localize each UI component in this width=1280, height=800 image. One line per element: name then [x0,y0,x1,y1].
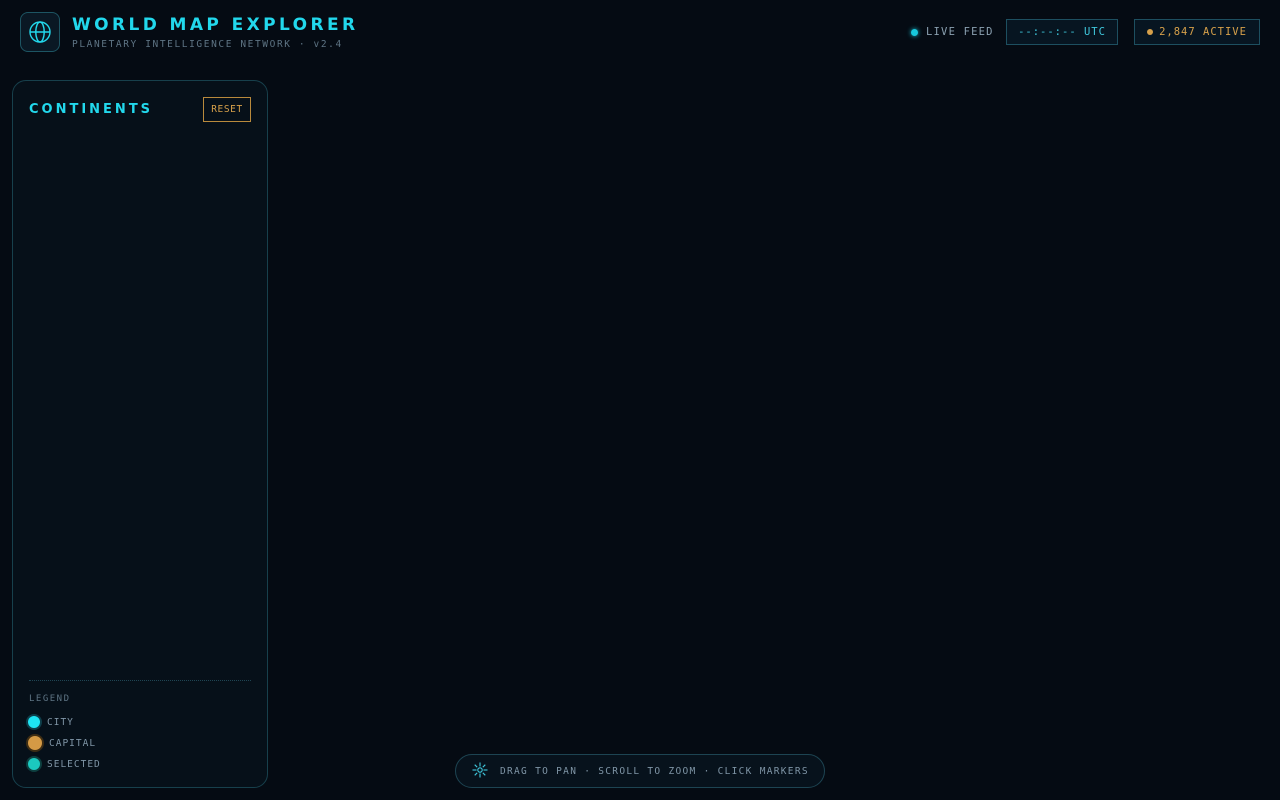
legend-item-capital: CAPITAL [28,736,96,750]
legend-label-city: CITY [47,716,74,728]
continents-title: CONTINENTS [29,102,154,117]
app-window: WORLD MAP EXPLORER PLANETARY INTELLIGENC… [0,0,1280,800]
legend-title: LEGEND [29,694,71,704]
live-dot-icon [911,28,918,36]
app-title: WORLD MAP EXPLORER [72,15,359,35]
legend-label-selected: SELECTED [47,758,101,770]
controls-hint-text: DRAG TO PAN · SCROLL TO ZOOM · CLICK MAR… [500,765,809,777]
app-subtitle: PLANETARY INTELLIGENCE NETWORK · v2.4 [72,39,343,50]
legend-item-selected: SELECTED [28,757,101,771]
capital-marker-icon [28,736,42,750]
active-count-label: 2,847 ACTIVE [1159,26,1247,38]
selected-marker-icon [28,758,40,770]
controls-hint: DRAG TO PAN · SCROLL TO ZOOM · CLICK MAR… [455,754,825,788]
top-bar: WORLD MAP EXPLORER PLANETARY INTELLIGENC… [0,0,1280,64]
continent-list [29,137,251,667]
legend-label-capital: CAPITAL [49,737,97,749]
city-marker-icon [28,716,40,728]
live-feed-label: LIVE FEED [926,26,994,38]
legend-item-city: CITY [28,715,74,729]
continents-panel: CONTINENTS RESET LEGEND CITY CAPITAL SEL… [12,80,268,788]
active-dot-icon [1147,29,1154,35]
live-feed-indicator: LIVE FEED [911,25,994,39]
legend-divider [29,680,251,681]
utc-clock: --:--:-- UTC [1006,19,1118,45]
reset-button[interactable]: RESET [203,97,251,122]
active-count-badge: 2,847 ACTIVE [1134,19,1260,45]
move-crosshair-icon [472,762,488,781]
globe-icon [20,12,60,52]
map-canvas[interactable] [280,64,1280,800]
